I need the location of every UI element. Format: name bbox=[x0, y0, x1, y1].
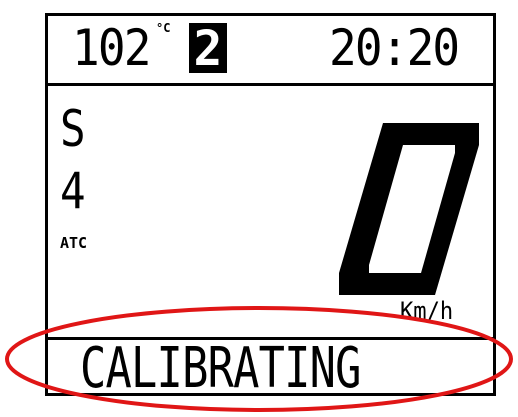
clock-readout: 20:20 bbox=[329, 19, 460, 77]
temperature-unit: °C bbox=[156, 21, 171, 35]
speed-value: 0 bbox=[339, 123, 340, 124]
riding-mode-level: 4 bbox=[60, 162, 86, 220]
speed-readout: 0 bbox=[339, 123, 479, 295]
gear-indicator: 2 bbox=[189, 23, 227, 73]
dashboard-screen: 102 °C 2 20:20 S 4 ATC 0 Km/h CALIBRATIN… bbox=[0, 0, 518, 417]
temperature-readout: 102 bbox=[72, 19, 151, 77]
lcd-panel: 102 °C 2 20:20 S 4 ATC 0 Km/h CALIBRATIN… bbox=[45, 13, 496, 401]
status-message: CALIBRATING bbox=[80, 336, 361, 401]
riding-mode: S bbox=[60, 100, 86, 158]
top-divider bbox=[48, 83, 493, 86]
traction-control-label: ATC bbox=[60, 234, 88, 252]
gear-value: 2 bbox=[193, 21, 223, 77]
speed-unit: Km/h bbox=[400, 297, 454, 325]
